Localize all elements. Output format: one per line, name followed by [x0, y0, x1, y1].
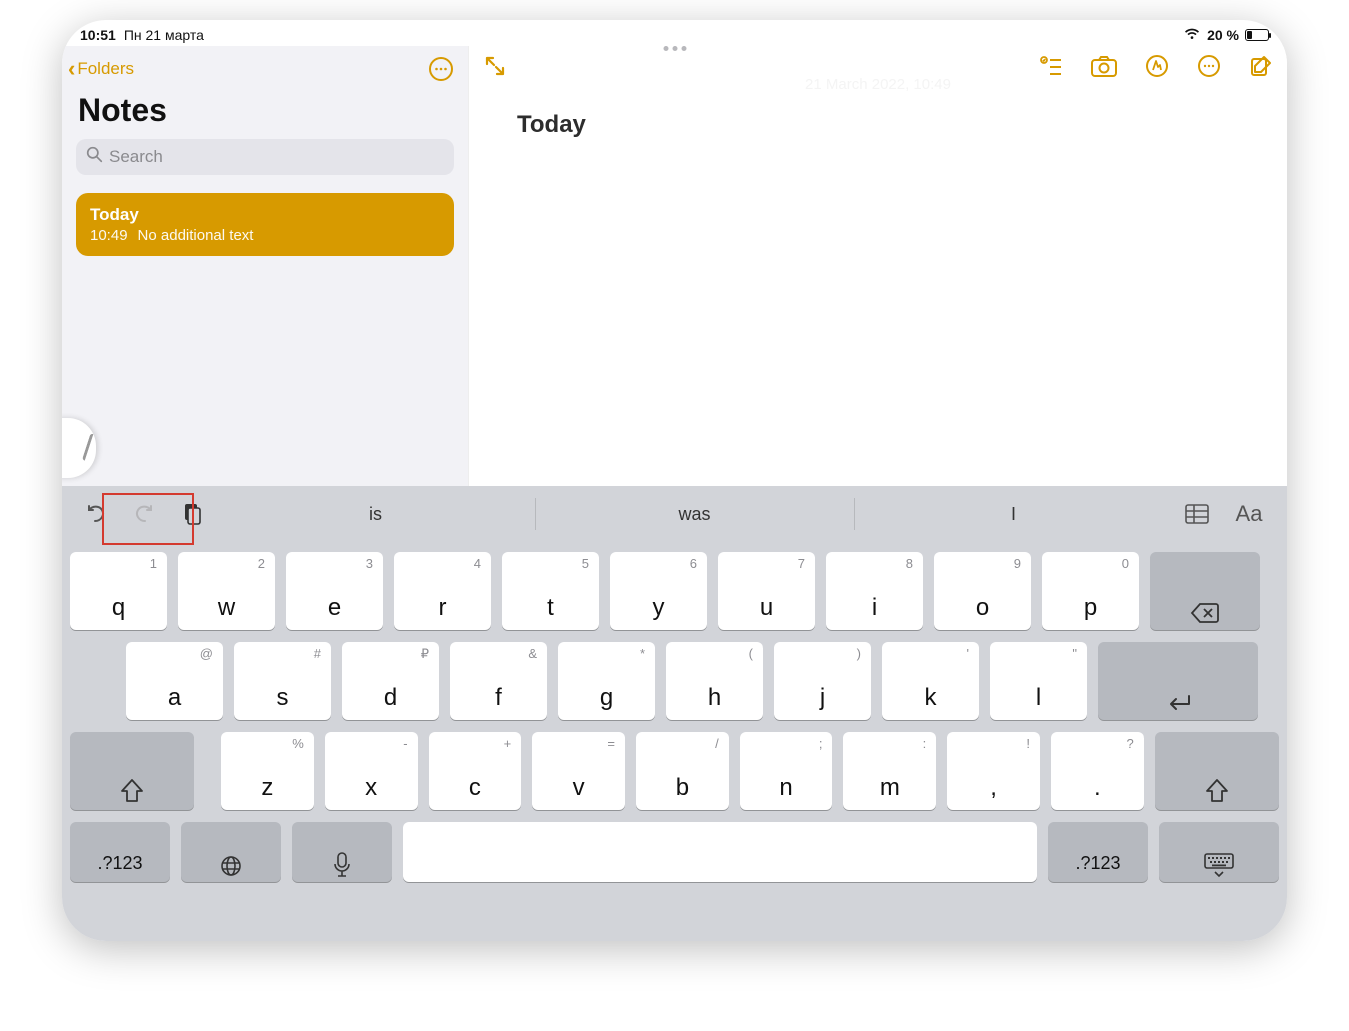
text-format-button[interactable]: Aa	[1221, 486, 1277, 542]
space-key[interactable]	[403, 822, 1037, 882]
search-input[interactable]: Search	[76, 139, 454, 175]
status-bar: 10:51 Пн 21 марта 20 %	[62, 20, 1287, 46]
note-timestamp: 21 March 2022, 10:49	[469, 76, 1287, 93]
status-date: Пн 21 марта	[124, 27, 204, 43]
key-z[interactable]: z%	[221, 732, 314, 810]
key-r[interactable]: r4	[394, 552, 491, 630]
shift-key-right[interactable]	[1155, 732, 1279, 810]
prediction-3[interactable]: I	[854, 486, 1173, 542]
onscreen-keyboard: is was I Aa q1w2e3r4t5y6u7i8o9p0 a@s#d₽f…	[62, 486, 1287, 941]
key-s[interactable]: s#	[234, 642, 331, 720]
table-button[interactable]	[1173, 486, 1221, 542]
notes-sidebar: ‹ Folders Notes Search Today 10:49 No ad…	[62, 46, 468, 486]
markup-icon[interactable]	[1145, 54, 1169, 78]
key-e[interactable]: e3	[286, 552, 383, 630]
key-o[interactable]: o9	[934, 552, 1031, 630]
key-m[interactable]: m:	[843, 732, 936, 810]
expand-icon[interactable]	[483, 54, 507, 78]
sidebar-more-button[interactable]	[428, 56, 454, 82]
key-f[interactable]: f&	[450, 642, 547, 720]
battery-icon	[1245, 29, 1269, 41]
key-x[interactable]: x-	[325, 732, 418, 810]
backspace-key[interactable]	[1150, 552, 1260, 630]
key-period[interactable]: .?	[1051, 732, 1144, 810]
shift-key-left[interactable]	[70, 732, 194, 810]
undo-button[interactable]	[72, 486, 120, 542]
note-more-button[interactable]	[1197, 54, 1221, 78]
back-label: Folders	[77, 59, 134, 79]
key-j[interactable]: j)	[774, 642, 871, 720]
key-p[interactable]: p0	[1042, 552, 1139, 630]
key-l[interactable]: l"	[990, 642, 1087, 720]
multitask-dots-icon[interactable]	[663, 46, 686, 51]
return-key[interactable]	[1098, 642, 1258, 720]
key-g[interactable]: g*	[558, 642, 655, 720]
compose-icon[interactable]	[1249, 54, 1273, 78]
note-editor-pane: 21 March 2022, 10:49 Today	[468, 46, 1287, 486]
key-d[interactable]: d₽	[342, 642, 439, 720]
clipboard-button[interactable]	[168, 486, 216, 542]
numeric-switch-key-right[interactable]: .?123	[1048, 822, 1148, 882]
key-v[interactable]: v=	[532, 732, 625, 810]
prediction-bar: is was I	[216, 486, 1173, 542]
camera-icon[interactable]	[1091, 54, 1117, 78]
checklist-icon[interactable]	[1039, 54, 1063, 78]
search-icon	[86, 146, 103, 168]
key-u[interactable]: u7	[718, 552, 815, 630]
prediction-1[interactable]: is	[216, 486, 535, 542]
numeric-switch-key[interactable]: .?123	[70, 822, 170, 882]
key-n[interactable]: n;	[740, 732, 833, 810]
key-w[interactable]: w2	[178, 552, 275, 630]
note-list-item[interactable]: Today 10:49 No additional text	[76, 193, 454, 256]
globe-key[interactable]	[181, 822, 281, 882]
chevron-left-icon: ‹	[68, 58, 75, 80]
key-c[interactable]: c+	[429, 732, 522, 810]
key-b[interactable]: b/	[636, 732, 729, 810]
status-time: 10:51	[80, 27, 116, 43]
redo-button[interactable]	[120, 486, 168, 542]
key-t[interactable]: t5	[502, 552, 599, 630]
sidebar-title: Notes	[62, 88, 468, 139]
key-q[interactable]: q1	[70, 552, 167, 630]
key-comma[interactable]: ,!	[947, 732, 1040, 810]
note-item-preview: No additional text	[138, 227, 254, 244]
hide-keyboard-key[interactable]	[1159, 822, 1279, 882]
key-h[interactable]: h(	[666, 642, 763, 720]
key-i[interactable]: i8	[826, 552, 923, 630]
note-item-time: 10:49	[90, 227, 128, 244]
prediction-2[interactable]: was	[535, 486, 854, 542]
key-y[interactable]: y6	[610, 552, 707, 630]
search-placeholder: Search	[109, 147, 163, 167]
battery-pct: 20 %	[1207, 27, 1239, 43]
key-k[interactable]: k'	[882, 642, 979, 720]
note-item-title: Today	[90, 205, 440, 225]
wifi-icon	[1183, 27, 1201, 44]
back-to-folders-button[interactable]: ‹ Folders	[68, 58, 134, 80]
dictation-key[interactable]	[292, 822, 392, 882]
note-body-title[interactable]: Today	[469, 93, 1287, 157]
key-a[interactable]: a@	[126, 642, 223, 720]
